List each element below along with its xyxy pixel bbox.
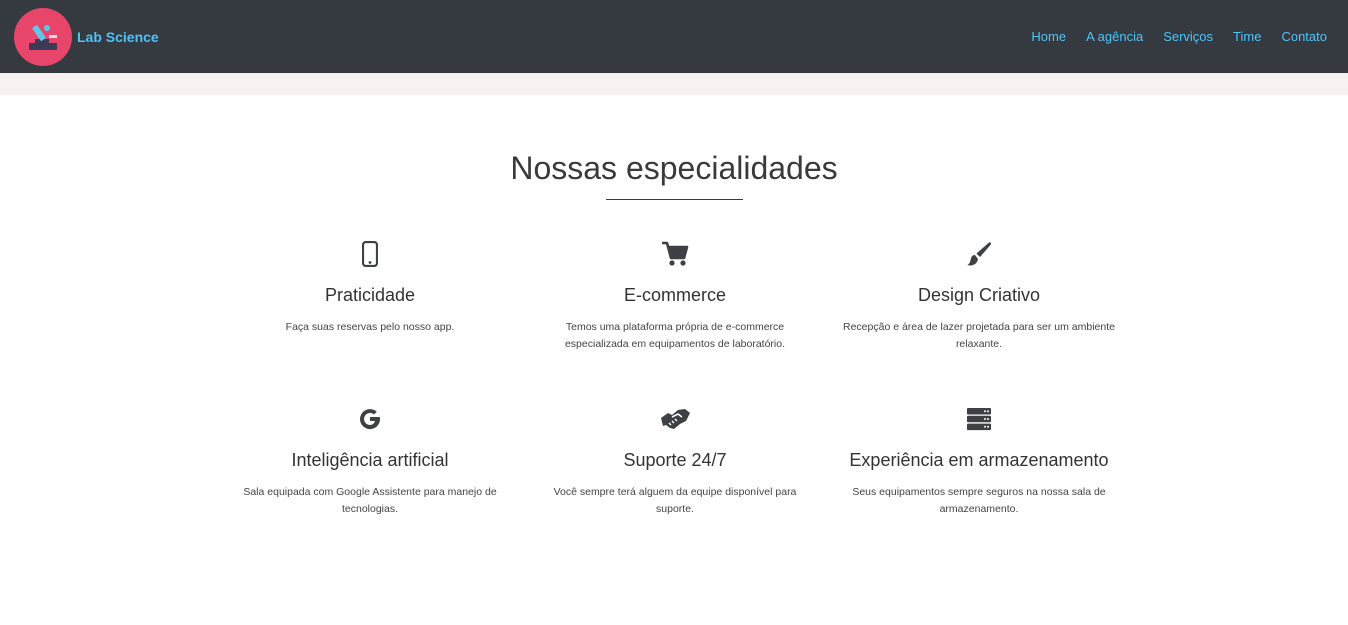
feature-armazenamento: Experiência em armazenamento Seus equipa… — [839, 405, 1119, 518]
feature-title: Suporte 24/7 — [623, 450, 727, 470]
nav-link-contato[interactable]: Contato — [1281, 29, 1327, 44]
feature-title: Experiência em armazenamento — [849, 450, 1109, 470]
paint-brush-icon — [839, 240, 1119, 268]
brand-name[interactable]: Lab Science — [77, 29, 159, 45]
google-icon — [230, 405, 510, 433]
nav-links: Home A agência Serviços Time Contato — [1011, 0, 1327, 73]
feature-ecommerce: E-commerce Temos uma plataforma própria … — [535, 240, 815, 353]
feature-description: Faça suas reservas pelo nosso app. — [285, 321, 455, 333]
feature-description: Sala equipada com Google Assistente para… — [243, 486, 497, 515]
feature-description: Você sempre terá alguem da equipe dispon… — [553, 486, 797, 515]
feature-design-criativo: Design Criativo Recepção e área de lazer… — [839, 240, 1119, 353]
feature-description: Seus equipamentos sempre seguros na noss… — [852, 486, 1106, 515]
feature-title: Praticidade — [324, 285, 416, 305]
header-band — [0, 73, 1348, 95]
feature-description: Recepção e área de lazer projetada para … — [843, 321, 1115, 350]
nav-link-home[interactable]: Home — [1031, 29, 1066, 44]
shopping-cart-icon — [535, 240, 815, 268]
section-title: Nossas especialidades — [510, 150, 838, 186]
title-underline — [606, 199, 743, 200]
feature-description: Temos uma plataforma própria de e-commer… — [564, 321, 786, 350]
nav-link-servicos[interactable]: Serviços — [1163, 29, 1213, 44]
feature-inteligencia-artificial: Inteligência artificial Sala equipada co… — [230, 405, 510, 518]
feature-title: Design Criativo — [917, 285, 1041, 305]
navbar: Lab Science Home A agência Serviços Time… — [0, 0, 1348, 73]
brand[interactable]: Lab Science — [14, 7, 159, 66]
feature-title: E-commerce — [623, 285, 726, 305]
microscope-logo-icon[interactable] — [14, 7, 72, 66]
nav-link-agencia[interactable]: A agência — [1086, 29, 1143, 44]
handshake-icon — [535, 405, 815, 433]
server-icon — [839, 405, 1119, 433]
feature-suporte: Suporte 24/7 Você sempre terá alguem da … — [535, 405, 815, 518]
mobile-phone-icon — [230, 240, 510, 268]
feature-praticidade: Praticidade Faça suas reservas pelo noss… — [230, 240, 510, 336]
feature-title: Inteligência artificial — [291, 450, 449, 470]
nav-link-time[interactable]: Time — [1233, 29, 1261, 44]
